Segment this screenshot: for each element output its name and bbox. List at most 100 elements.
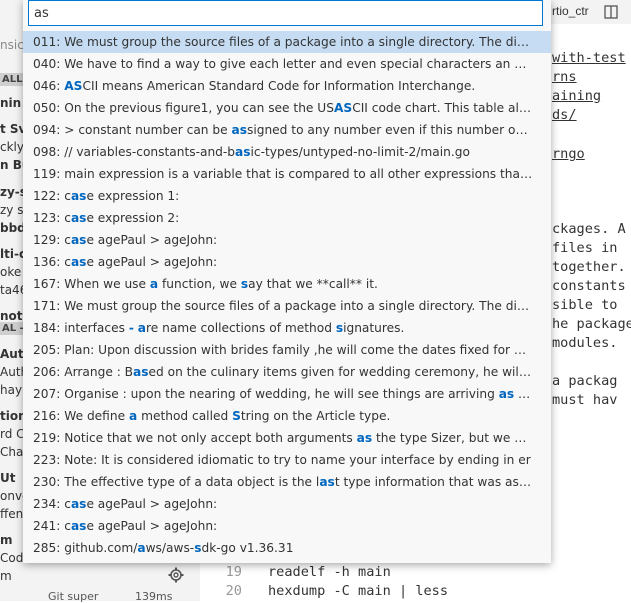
sidebar-fragment: Cod bbox=[0, 551, 24, 565]
item-text: 184: interfaces bbox=[33, 321, 129, 335]
sidebar-fragment: m bbox=[0, 533, 13, 547]
quick-pick-item[interactable]: 122: case expression 1: bbox=[23, 185, 551, 207]
quick-pick-item[interactable]: 230: The effective type of a data object… bbox=[23, 471, 551, 493]
sidebar-fragment: ffen bbox=[0, 507, 24, 521]
sidebar-fragment: Ut bbox=[0, 471, 16, 485]
item-text: signed to any number even if this number… bbox=[246, 123, 551, 137]
match-highlight: as bbox=[235, 145, 251, 159]
editor-line: constants bbox=[552, 278, 626, 294]
item-text: e agePaul > ageJohn: bbox=[86, 497, 218, 511]
quick-pick-item[interactable]: 167: When we use a function, we say that… bbox=[23, 273, 551, 295]
item-text: ay that we **call** it. bbox=[248, 277, 378, 291]
item-text: 234: c bbox=[33, 497, 71, 511]
item-text: 122: c bbox=[33, 189, 71, 203]
quick-pick-item[interactable]: 223: Note: It is considered idiomatic to… bbox=[23, 449, 551, 471]
quick-pick-item[interactable]: 046: ASCII means American Standard Code … bbox=[23, 75, 551, 97]
item-text: ignatures. bbox=[343, 321, 405, 335]
item-text: e agePaul > ageJohn: bbox=[86, 255, 218, 269]
editor-line: he package bbox=[552, 316, 631, 332]
item-text: e agePaul > ageJohn: bbox=[86, 519, 218, 533]
gear-icon[interactable] bbox=[168, 567, 184, 583]
sidebar-fragment: m bbox=[0, 569, 12, 583]
item-text: 206: Arrange : B bbox=[33, 365, 134, 379]
sidebar-status-right: 139ms bbox=[135, 590, 173, 603]
item-text: function, we bbox=[158, 277, 241, 291]
item-text: 223: Note: It is considered idiomatic to… bbox=[33, 453, 531, 467]
match-highlight: AS bbox=[64, 79, 83, 93]
quick-pick-item[interactable]: 216: We define a method called String on… bbox=[23, 405, 551, 427]
quick-pick-item[interactable]: 234: case agePaul > ageJohn: bbox=[23, 493, 551, 515]
sidebar-fragment: oke bbox=[0, 265, 22, 279]
editor-tab-strip: rtio_ctr bbox=[548, 0, 631, 24]
quick-pick-item[interactable]: 241: case agePaul > ageJohn: bbox=[23, 515, 551, 537]
split-editor-icon[interactable] bbox=[604, 5, 618, 19]
sidebar-fragment: nsic bbox=[0, 38, 24, 52]
quick-pick-input-wrapper bbox=[28, 0, 543, 26]
item-text: 207: Organise : upon the nearing of wedd… bbox=[33, 387, 499, 401]
quick-pick-item[interactable]: 207: Organise : upon the nearing of wedd… bbox=[23, 383, 551, 405]
item-text: 123: c bbox=[33, 211, 71, 225]
quick-pick-item[interactable]: 123: case expression 2: bbox=[23, 207, 551, 229]
item-text: the type Sizer, but we also bbox=[372, 431, 539, 445]
editor-line: rngo bbox=[552, 146, 585, 162]
quick-pick-item[interactable]: 050: On the previous figure1, you can se… bbox=[23, 97, 551, 119]
match-highlight: as bbox=[70, 189, 87, 203]
editor-line: together. bbox=[552, 259, 626, 275]
code-text: readelf -h main bbox=[268, 564, 391, 580]
quick-pick-item[interactable]: 011: We must group the source files of a… bbox=[23, 31, 551, 53]
quick-pick-input[interactable] bbox=[28, 0, 543, 26]
item-text: e expression 2: bbox=[86, 211, 180, 225]
quick-pick-item[interactable]: 285: github.com/aws/aws-sdk-go v1.36.31 bbox=[23, 537, 551, 559]
item-text: t type information that was assigned bbox=[334, 475, 551, 489]
code-text: hexdump -C main | less bbox=[268, 583, 449, 599]
line-number: 19 bbox=[225, 564, 242, 580]
editor-line: with-test bbox=[552, 50, 626, 66]
item-text: planned bbox=[518, 387, 551, 401]
match-highlight: S bbox=[232, 409, 241, 423]
match-highlight: as bbox=[70, 211, 87, 225]
sidebar-fragment: hay bbox=[0, 383, 23, 397]
match-highlight: as bbox=[70, 255, 87, 269]
sidebar-status-left: Git super bbox=[48, 590, 99, 603]
item-text: method called bbox=[137, 409, 233, 423]
match-highlight: as bbox=[133, 365, 149, 379]
editor-line: a packag bbox=[552, 373, 618, 389]
editor-line: ds/ bbox=[552, 107, 577, 123]
editor-tab-label[interactable]: rtio_ctr bbox=[552, 4, 589, 18]
quick-pick-widget: 011: We must group the source files of a… bbox=[23, 0, 551, 563]
match-highlight: as bbox=[498, 387, 515, 401]
quick-pick-item[interactable]: 129: case agePaul > ageJohn: bbox=[23, 229, 551, 251]
quick-pick-item[interactable]: 205: Plan: Upon discussion with brides f… bbox=[23, 339, 551, 361]
match-highlight: AS bbox=[333, 101, 353, 115]
quick-pick-item[interactable]: 184: interfaces - are name collections o… bbox=[23, 317, 551, 339]
item-text: 050: On the previous figure1, you can se… bbox=[33, 101, 334, 115]
quick-pick-item[interactable]: 040: We have to find a way to give each … bbox=[23, 53, 551, 75]
quick-pick-item[interactable]: 136: case agePaul > ageJohn: bbox=[23, 251, 551, 273]
quick-pick-item[interactable]: 219: Notice that we not only accept both… bbox=[23, 427, 551, 449]
quick-pick-item[interactable]: 098: // variables-constants-and-basic-ty… bbox=[23, 141, 551, 163]
match-highlight: as bbox=[319, 475, 335, 489]
item-text: 040: We have to find a way to give each … bbox=[33, 57, 551, 71]
item-text: 171: We must group the source files of a… bbox=[33, 299, 551, 313]
item-text: 230: The effective type of a data object… bbox=[33, 475, 320, 489]
item-text: e expression 1: bbox=[86, 189, 180, 203]
match-highlight: as bbox=[231, 123, 247, 137]
item-text: ed on the culinary items given for weddi… bbox=[148, 365, 551, 379]
quick-pick-item[interactable]: 171: We must group the source files of a… bbox=[23, 295, 551, 317]
quick-pick-item[interactable]: 206: Arrange : Based on the culinary ite… bbox=[23, 361, 551, 383]
quick-pick-item[interactable]: 094: > constant number can be assigned t… bbox=[23, 119, 551, 141]
match-highlight: a bbox=[137, 321, 146, 335]
sidebar-status: Git super 139ms bbox=[0, 590, 200, 603]
editor-line: modules. bbox=[552, 335, 618, 351]
item-text: 046: bbox=[33, 79, 65, 93]
item-text: CII means American Standard Code for Inf… bbox=[82, 79, 476, 93]
item-text: 216: We define bbox=[33, 409, 129, 423]
item-text: 285: github.com/ bbox=[33, 541, 138, 555]
item-text: re name collections of method bbox=[146, 321, 336, 335]
match-highlight: as bbox=[70, 233, 87, 247]
item-text: 219: Notice that we not only accept both… bbox=[33, 431, 357, 445]
editor-line: files in bbox=[552, 240, 618, 256]
sidebar-fragment: AL - bbox=[0, 322, 26, 335]
item-text: 094: > constant number can be bbox=[33, 123, 232, 137]
quick-pick-item[interactable]: 119: main expression is a variable that … bbox=[23, 163, 551, 185]
